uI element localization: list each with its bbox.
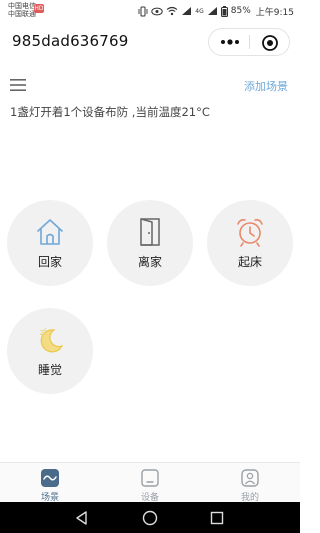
tab-devices[interactable]: 设备: [120, 463, 180, 503]
clock: 上午9:15: [255, 7, 294, 18]
capsule-menu: [208, 28, 290, 56]
scene-home[interactable]: 回家: [7, 200, 93, 286]
battery-icon: [220, 5, 228, 17]
battery-percent: 85%: [230, 6, 251, 16]
title-bar: 985dad636769: [0, 26, 300, 58]
scene-label: 回家: [37, 255, 62, 269]
signal-bars-icon: [182, 7, 192, 15]
vibrate-icon: [138, 6, 148, 16]
home-icon: [37, 219, 63, 245]
profile-tab-icon: [241, 469, 259, 487]
tab-profile[interactable]: 我的: [220, 463, 280, 503]
eye-icon: [151, 7, 163, 15]
scene-tab-icon: [41, 469, 59, 487]
moon-icon: Z z: [40, 328, 64, 353]
page-title: 985dad636769: [12, 32, 129, 50]
signal-bars-2-icon: [207, 7, 217, 15]
hamburger-menu-icon[interactable]: [10, 79, 26, 91]
status-bar: 中国电信 中国联通 HD 4G 85% 上午9:15: [0, 0, 300, 22]
alarm-clock-icon: [237, 219, 263, 247]
hd-badge: HD: [34, 4, 44, 13]
scene-label: 离家: [137, 255, 162, 269]
add-scene-button[interactable]: 添加场景: [244, 78, 288, 94]
home-circle-icon[interactable]: [141, 509, 159, 527]
network-type: 4G: [195, 7, 204, 15]
scene-away[interactable]: 离家: [107, 200, 193, 286]
scene-sleep[interactable]: Z z 睡觉: [7, 308, 93, 394]
carrier-info: 中国电信 中国联通: [8, 2, 36, 18]
system-nav-bar: [0, 502, 300, 533]
carrier-2: 中国联通: [8, 10, 36, 18]
capsule-divider: [249, 35, 250, 49]
scene-wake-up[interactable]: 起床: [207, 200, 293, 286]
door-icon: [140, 218, 160, 246]
tab-scenes[interactable]: 场景: [20, 463, 80, 503]
scene-label: 起床: [237, 255, 262, 269]
recents-icon[interactable]: [208, 509, 226, 527]
device-tab-icon: [141, 469, 159, 487]
bottom-tab-bar: 场景 设备 我的: [0, 462, 300, 503]
home-status-summary: 1盏灯开着1个设备布防 ,当前温度21°C: [10, 105, 210, 119]
wifi-icon: [166, 6, 178, 16]
status-icons: 4G 85% 上午9:15: [138, 4, 294, 18]
scene-label: 睡觉: [37, 363, 62, 377]
carrier-1: 中国电信: [8, 2, 36, 10]
close-target-icon[interactable]: [261, 34, 279, 52]
back-icon[interactable]: [73, 509, 91, 527]
more-icon[interactable]: [217, 33, 243, 51]
